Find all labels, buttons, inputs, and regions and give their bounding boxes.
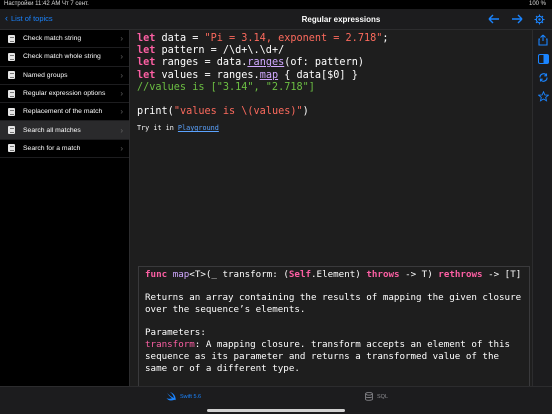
sidebar-item-label: Replacement of the match	[23, 108, 103, 116]
sidebar-item-label: Search for a match	[23, 144, 81, 152]
sig-text: .Element)	[311, 269, 367, 280]
sig-keyword: func	[145, 269, 168, 280]
previous-topic-icon[interactable]	[487, 13, 500, 25]
chevron-right-icon: ›	[120, 107, 123, 117]
topic-list: Check match string › Check match whole s…	[0, 30, 130, 386]
sig-text: -> [T]	[482, 269, 522, 280]
sidebar-item-regex-options[interactable]: Regular expression options ›	[0, 85, 129, 104]
sig-keyword: rethrows	[438, 269, 483, 280]
tab-swift[interactable]: Swift 5.6	[166, 392, 201, 401]
sidebar-toggle-icon[interactable]	[537, 53, 549, 65]
database-icon	[365, 392, 373, 401]
code-string: "Pi = 3.14, exponent = 2.718"	[204, 33, 383, 44]
gear-icon[interactable]	[533, 13, 546, 25]
code-keyword: let	[137, 45, 156, 57]
chevron-right-icon: ›	[120, 52, 123, 62]
chevron-right-icon: ›	[120, 70, 123, 80]
code-comment: //values is ["3.14", "2.718"]	[137, 81, 315, 93]
param-description: : A mapping closure. transform accepts a…	[145, 339, 516, 374]
code-text: data =	[155, 33, 205, 44]
code-text: pattern = /\d+\.\d+/	[155, 45, 285, 57]
back-button[interactable]: ‹ List of topics	[5, 13, 53, 24]
code-block: let data = "Pi = 3.14, exponent = 2.718"…	[137, 33, 389, 118]
battery-indicator: 100 %	[528, 1, 546, 7]
document-icon	[8, 89, 15, 98]
document-icon	[8, 52, 15, 61]
sidebar-item-search-for-match[interactable]: Search for a match ›	[0, 140, 129, 159]
sig-keyword: Self	[288, 269, 312, 280]
chevron-right-icon: ›	[120, 143, 123, 153]
detail-header: Regular expressions	[130, 9, 552, 30]
share-icon[interactable]	[537, 34, 549, 46]
back-label: List of topics	[11, 14, 53, 23]
document-icon	[8, 144, 15, 153]
code-function-link[interactable]: ranges	[247, 57, 284, 68]
code-keyword: let	[137, 69, 156, 81]
sidebar-item-check-match-string[interactable]: Check match string ›	[0, 30, 129, 49]
sidebar-item-check-match-whole-string[interactable]: Check match whole string ›	[0, 48, 129, 67]
code-text: ;	[382, 33, 389, 44]
sidebar-item-label: Check match string	[23, 35, 82, 43]
nav-icons	[487, 13, 546, 25]
chevron-right-icon: ›	[120, 89, 123, 99]
sidebar-item-label: Regular expression options	[23, 90, 106, 98]
sig-name: map	[172, 269, 190, 280]
code-text: ranges = data.	[155, 57, 248, 69]
chevron-right-icon: ›	[120, 125, 123, 135]
sig-text: <T>(_ transform: (	[189, 269, 289, 280]
tab-bar: Swift 5.6 SQL	[0, 386, 552, 414]
sig-keyword: throws	[366, 269, 400, 280]
right-toolbar	[532, 30, 552, 386]
code-keyword: let	[137, 57, 156, 69]
home-indicator	[207, 409, 345, 412]
sidebar-item-search-all-matches[interactable]: Search all matches ›	[0, 121, 129, 140]
document-icon	[8, 126, 15, 135]
document-icon	[8, 107, 15, 116]
param-name: transform	[145, 339, 195, 350]
try-it-line: Try it in Playground	[137, 124, 219, 132]
next-topic-icon[interactable]	[510, 13, 523, 25]
sidebar-item-label: Check match whole string	[23, 53, 101, 61]
function-signature: func map<T>(_ transform: (Self.Element) …	[145, 269, 523, 281]
chevron-right-icon: ›	[120, 34, 123, 44]
parameters-title: Parameters:	[145, 327, 206, 338]
sidebar-item-named-groups[interactable]: Named groups ›	[0, 67, 129, 85]
sidebar-item-label: Named groups	[23, 71, 68, 79]
tab-label: Swift 5.6	[180, 393, 202, 400]
code-text: print(	[137, 106, 174, 118]
sidebar-item-label: Search all matches	[23, 126, 81, 134]
code-function-link[interactable]: map	[260, 70, 278, 81]
code-text: { data[$0] }	[278, 69, 358, 81]
tab-label: SQL	[377, 393, 389, 400]
tab-sql[interactable]: SQL	[365, 392, 388, 401]
swift-icon	[166, 392, 176, 401]
code-text: values = ranges.	[155, 69, 260, 81]
status-left: Настройки 11:42 AM Чт 7 сент.	[4, 1, 89, 7]
sidebar-item-replacement[interactable]: Replacement of the match ›	[0, 103, 129, 122]
doc-parameters: Parameters: transform: A mapping closure…	[145, 327, 523, 375]
document-icon	[8, 71, 15, 80]
documentation-popup: func map<T>(_ transform: (Self.Element) …	[138, 266, 530, 386]
sidebar-header: ‹ List of topics	[0, 9, 130, 30]
sync-icon[interactable]	[537, 71, 549, 83]
code-text: (of: pattern)	[284, 57, 364, 69]
playground-link[interactable]: Playground	[178, 124, 219, 132]
code-keyword: let	[137, 33, 156, 44]
try-it-prefix: Try it in	[137, 124, 178, 132]
sig-text: -> T)	[399, 269, 439, 280]
code-string: "values is \(values)"	[173, 106, 303, 118]
code-text: )	[302, 106, 309, 118]
doc-summary: Returns an array containing the results …	[145, 292, 527, 315]
document-icon	[8, 34, 15, 43]
status-bar: Настройки 11:42 AM Чт 7 сент. 100 %	[0, 0, 552, 9]
star-icon[interactable]	[537, 90, 549, 102]
code-editor[interactable]: let data = "Pi = 3.14, exponent = 2.718"…	[130, 30, 532, 386]
chevron-left-icon: ‹	[5, 13, 8, 23]
